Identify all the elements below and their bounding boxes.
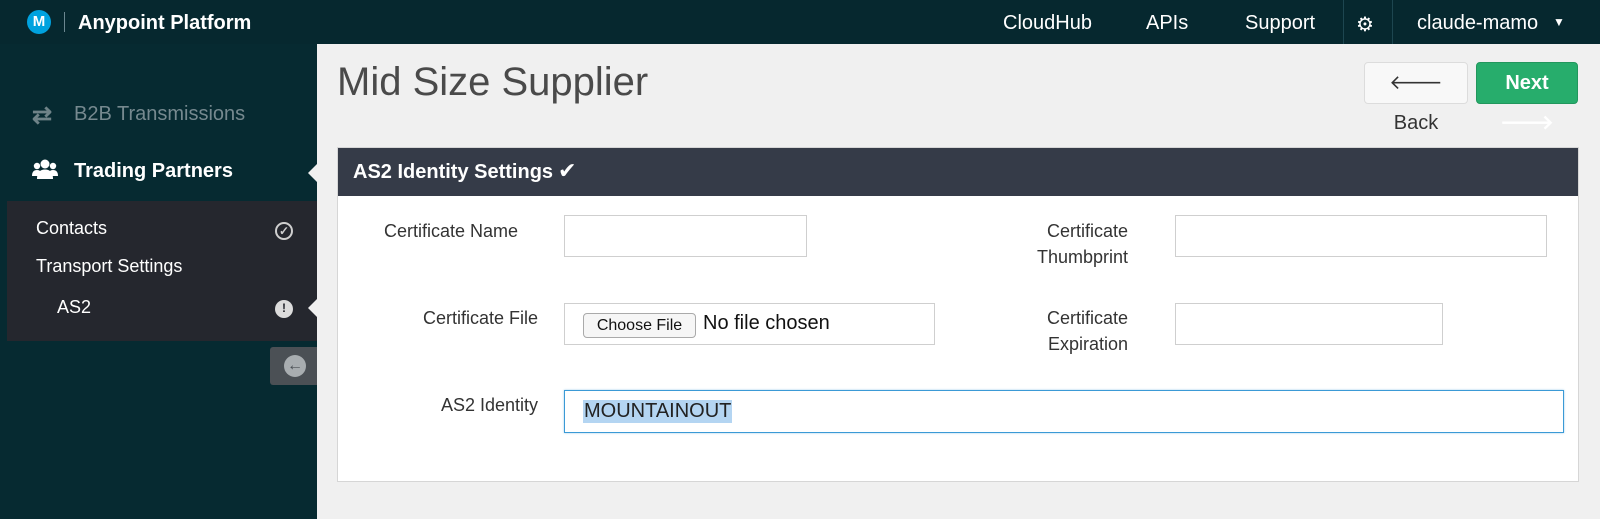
file-status-text: No file chosen xyxy=(703,312,830,334)
as2-settings-panel: AS2 Identity Settings ✔ Certificate Name… xyxy=(337,147,1579,482)
sidebar-item-b2b-transmissions[interactable]: ⇄ B2B Transmissions xyxy=(0,95,317,135)
cert-thumbprint-input[interactable] xyxy=(1175,215,1547,257)
cert-name-label: Certificate Name xyxy=(383,221,518,241)
subnav-item-transport-settings[interactable]: Transport Settings xyxy=(36,256,182,277)
active-pointer xyxy=(308,164,317,182)
sidebar: ⇄ B2B Transmissions Trading Partners Con… xyxy=(0,44,317,519)
arrow-right-icon: 🡒 xyxy=(1500,112,1554,134)
collapse-sidebar-button[interactable]: ← xyxy=(270,347,317,385)
next-button[interactable]: Next 🡒 xyxy=(1476,62,1578,134)
users-icon xyxy=(32,158,58,187)
warning-circle-icon: ! xyxy=(275,300,293,318)
cert-expiration-input[interactable] xyxy=(1175,303,1443,345)
back-button-label: Back xyxy=(1393,112,1439,134)
subnav-item-as2[interactable]: AS2 xyxy=(57,297,91,318)
choose-file-button[interactable]: Choose File xyxy=(583,313,696,338)
nav-divider xyxy=(1343,0,1344,44)
nav-support[interactable]: Support xyxy=(1245,12,1315,35)
top-navbar: M Anypoint Platform CloudHub APIs Suppor… xyxy=(0,0,1600,44)
subnav-item-contacts[interactable]: Contacts xyxy=(36,218,107,239)
gear-icon[interactable]: ⚙ xyxy=(1356,12,1374,37)
brand-divider xyxy=(64,12,65,32)
sidebar-subnav: Contacts ✓ Transport Settings AS2 ! xyxy=(7,201,317,341)
arrow-left-icon: 🡐 xyxy=(1389,72,1443,94)
brand-title[interactable]: Anypoint Platform xyxy=(78,12,251,35)
cert-expiration-label: Certificate Expiration xyxy=(1046,308,1128,354)
nav-cloudhub[interactable]: CloudHub xyxy=(1003,12,1092,35)
panel-header: AS2 Identity Settings ✔ xyxy=(338,148,1578,196)
cert-thumbprint-label: Certificate Thumbprint xyxy=(1036,221,1128,267)
sidebar-item-label: Trading Partners xyxy=(74,160,233,182)
sidebar-item-trading-partners[interactable]: Trading Partners xyxy=(0,152,317,192)
as2-identity-value: MOUNTAINOUT xyxy=(583,400,733,423)
page-title: Mid Size Supplier xyxy=(337,60,649,104)
cert-file-label: Certificate File xyxy=(422,308,538,328)
nav-apis[interactable]: APIs xyxy=(1146,12,1188,35)
next-button-label: Next xyxy=(1505,72,1549,94)
transfer-arrows-icon: ⇄ xyxy=(32,102,53,129)
mulesoft-logo-icon[interactable]: M xyxy=(27,10,51,34)
as2-identity-input[interactable]: MOUNTAINOUT xyxy=(564,390,1564,433)
user-menu[interactable]: claude-mamo xyxy=(1417,12,1538,35)
back-button[interactable]: 🡐 Back xyxy=(1364,62,1468,134)
arrow-left-circle-icon: ← xyxy=(284,355,306,377)
sidebar-item-label: B2B Transmissions xyxy=(74,103,246,125)
checkmark-icon: ✔ xyxy=(558,158,577,183)
as2-identity-label: AS2 Identity xyxy=(440,395,538,415)
nav-divider xyxy=(1392,0,1393,44)
cert-name-input[interactable] xyxy=(564,215,807,257)
panel-title: AS2 Identity Settings xyxy=(353,161,554,183)
caret-down-icon[interactable]: ▼ xyxy=(1553,15,1565,29)
cert-file-field: Choose File No file chosen xyxy=(564,303,935,345)
active-pointer xyxy=(308,299,317,317)
check-circle-icon: ✓ xyxy=(275,222,293,240)
